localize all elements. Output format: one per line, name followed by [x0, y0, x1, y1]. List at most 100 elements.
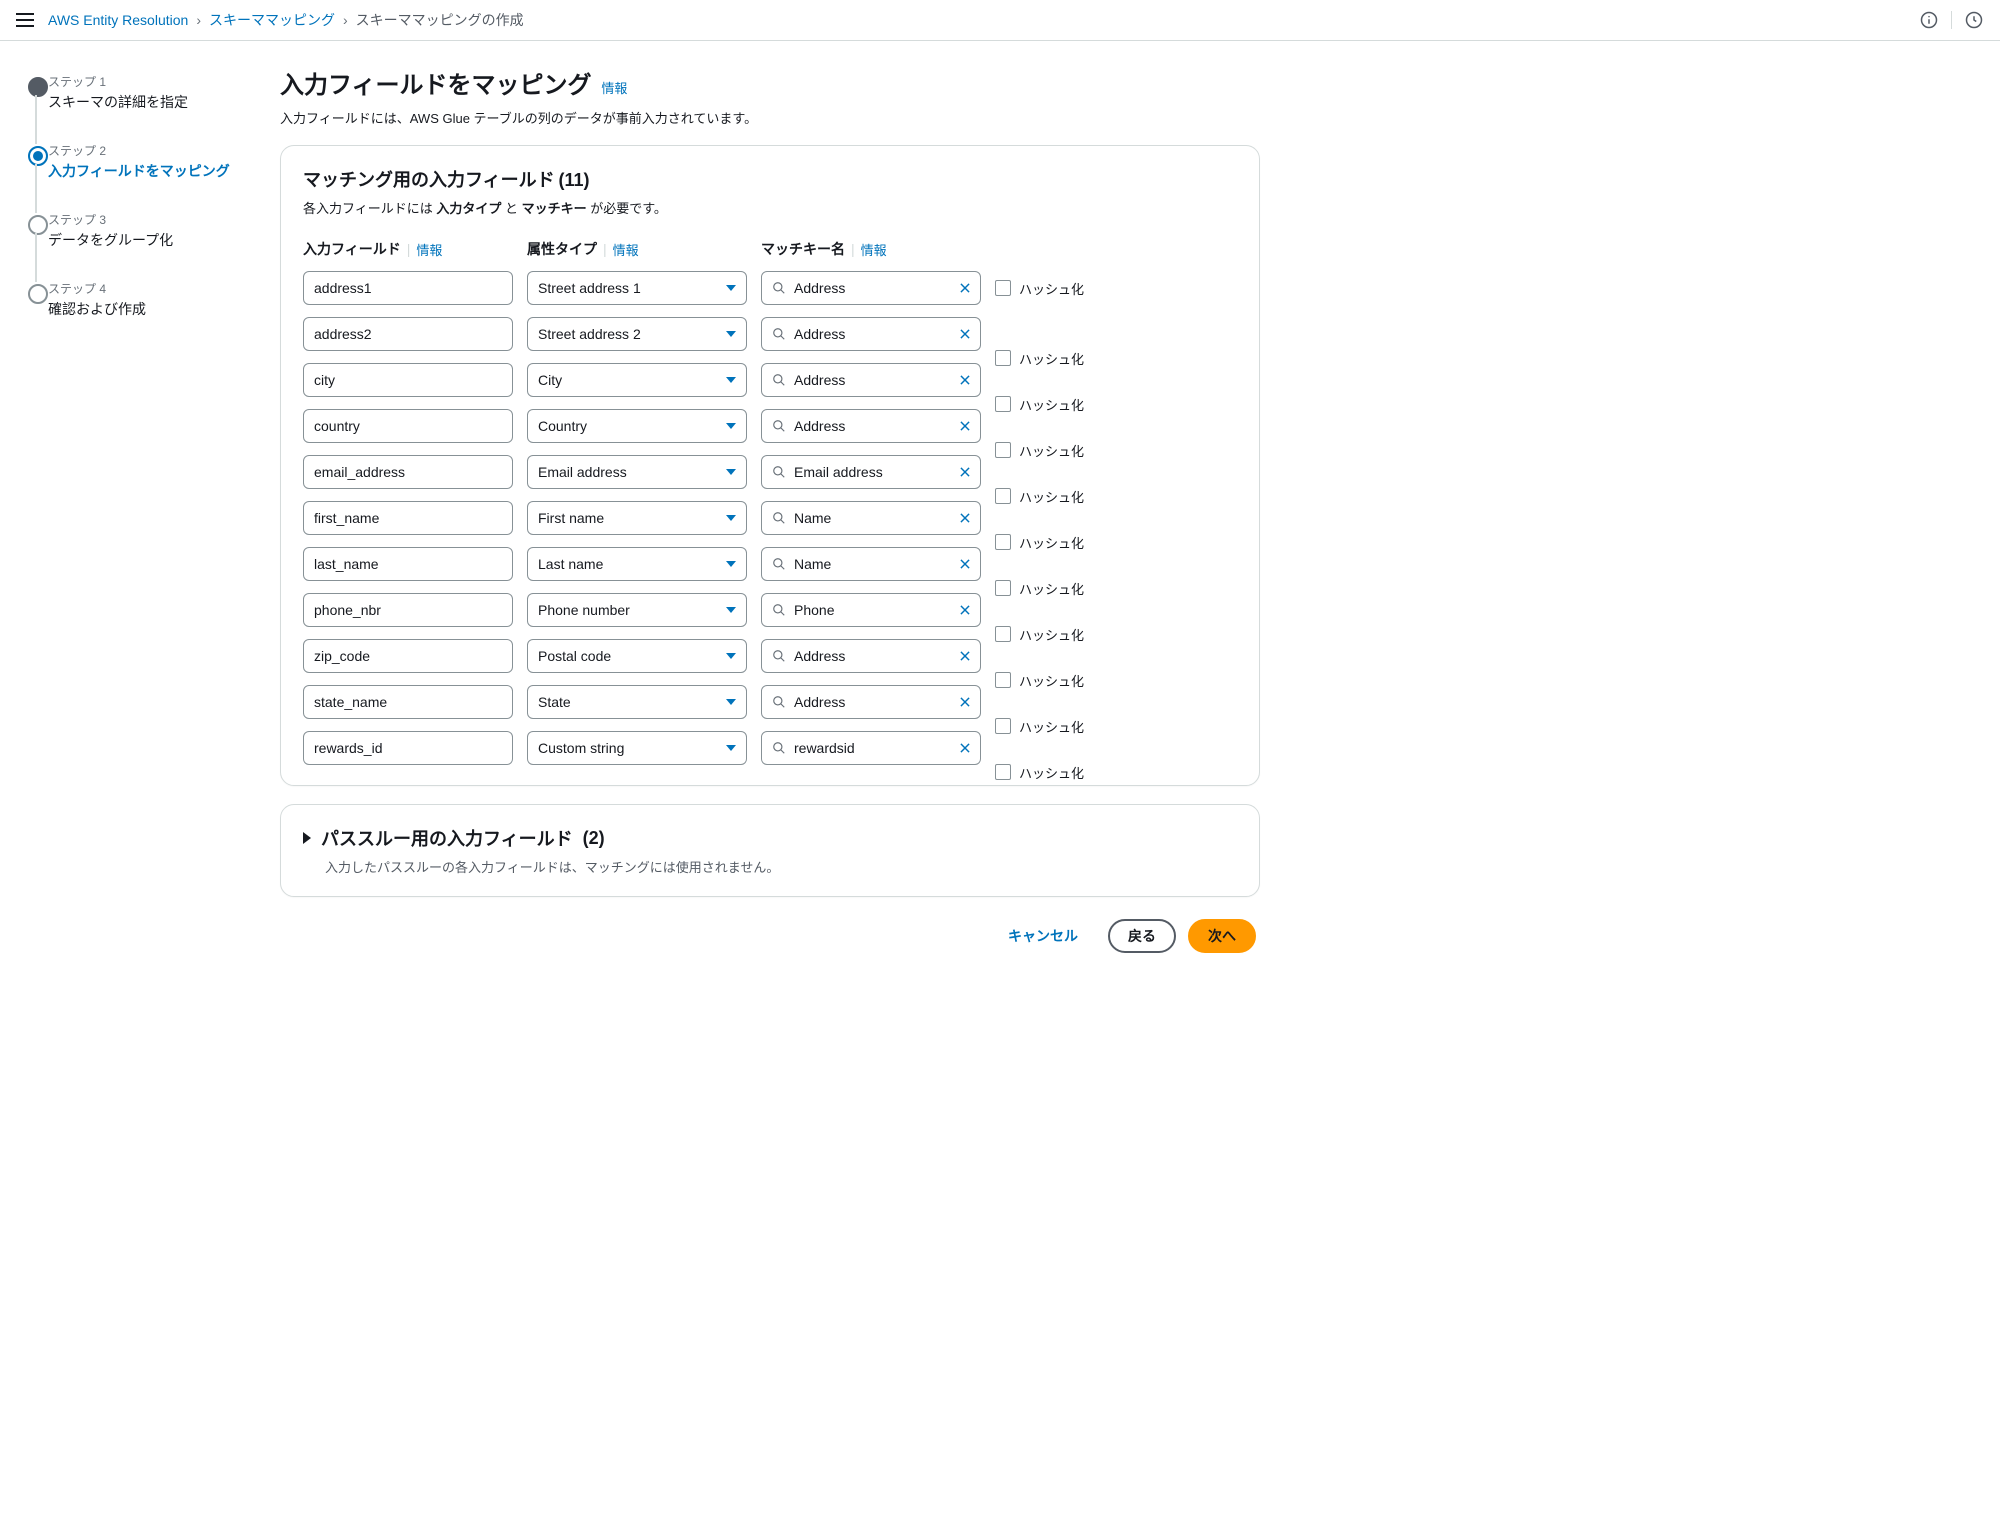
col-label: マッチキー名	[761, 239, 845, 259]
col-info-link[interactable]: 情報	[861, 240, 887, 259]
attribute-type-select[interactable]: Custom string	[527, 731, 747, 765]
col-info-link[interactable]: 情報	[416, 240, 442, 259]
clear-icon[interactable]	[958, 281, 972, 295]
attribute-type-select[interactable]: Phone number	[527, 593, 747, 627]
attribute-type-select[interactable]: Street address 1	[527, 271, 747, 305]
clear-icon[interactable]	[958, 327, 972, 341]
combo-value: Address	[794, 326, 845, 342]
input-field-name[interactable]: email_address	[303, 455, 513, 489]
passthrough-expand-toggle[interactable]: パススルー用の入力フィールド (2)	[303, 825, 1237, 851]
text: 各入力フィールドには	[303, 201, 436, 216]
col-label: 属性タイプ	[527, 239, 597, 259]
page-title: 入力フィールドをマッピング	[280, 72, 592, 99]
input-field-name[interactable]: zip_code	[303, 639, 513, 673]
clear-icon[interactable]	[958, 465, 972, 479]
clear-icon[interactable]	[958, 373, 972, 387]
search-icon	[772, 465, 786, 479]
back-button[interactable]: 戻る	[1108, 919, 1176, 953]
attribute-type-select[interactable]: Last name	[527, 547, 747, 581]
info-icon[interactable]	[1919, 10, 1939, 30]
clear-icon[interactable]	[958, 741, 972, 755]
match-key-combo[interactable]: Address	[761, 317, 981, 351]
wizard-step-4[interactable]: ステップ 4確認および作成	[20, 280, 240, 319]
hash-label: ハッシュ化	[1019, 279, 1084, 298]
attribute-type-select[interactable]: City	[527, 363, 747, 397]
cancel-button[interactable]: キャンセル	[990, 919, 1096, 953]
matching-panel-count: (11)	[559, 170, 590, 190]
match-key-combo[interactable]: rewardsid	[761, 731, 981, 765]
col-info-link[interactable]: 情報	[613, 240, 639, 259]
combo-value: Name	[794, 510, 831, 526]
input-field-name[interactable]: address2	[303, 317, 513, 351]
passthrough-count: (2)	[583, 828, 605, 849]
clear-icon[interactable]	[958, 603, 972, 617]
input-field-name[interactable]: state_name	[303, 685, 513, 719]
match-key-combo[interactable]: Email address	[761, 455, 981, 489]
field-row: countryCountryAddressハッシュ化	[303, 409, 1237, 443]
input-field-name[interactable]: city	[303, 363, 513, 397]
clear-icon[interactable]	[958, 557, 972, 571]
match-key-combo[interactable]: Address	[761, 409, 981, 443]
combo-value: Address	[794, 694, 845, 710]
clear-icon[interactable]	[958, 695, 972, 709]
select-value: Country	[538, 418, 587, 434]
col-attribute-type: 属性タイプ | 情報	[527, 239, 747, 259]
wizard-footer: キャンセル 戻る 次へ	[280, 919, 1260, 953]
clear-icon[interactable]	[958, 419, 972, 433]
input-field-name[interactable]: address1	[303, 271, 513, 305]
caret-down-icon	[726, 469, 736, 475]
input-field-name[interactable]: rewards_id	[303, 731, 513, 765]
select-value: State	[538, 694, 571, 710]
breadcrumb-level1[interactable]: スキーママッピング	[209, 10, 335, 30]
clock-icon[interactable]	[1964, 10, 1984, 30]
match-key-combo[interactable]: Address	[761, 685, 981, 719]
field-row: email_addressEmail addressEmail addressハ…	[303, 455, 1237, 489]
input-field-name[interactable]: phone_nbr	[303, 593, 513, 627]
attribute-type-select[interactable]: Country	[527, 409, 747, 443]
match-key-combo[interactable]: Name	[761, 547, 981, 581]
field-rows: address1 Street address 1 Address ハッシュ化 addr…	[303, 271, 1237, 765]
input-field-name[interactable]: first_name	[303, 501, 513, 535]
next-button[interactable]: 次へ	[1188, 919, 1256, 953]
input-field-name[interactable]: country	[303, 409, 513, 443]
combo-value: Address	[794, 648, 845, 664]
passthrough-desc: 入力したパススルーの各入力フィールドは、マッチングには使用されません。	[325, 857, 1237, 876]
field-row: state_nameStateAddressハッシュ化	[303, 685, 1237, 719]
breadcrumb-root[interactable]: AWS Entity Resolution	[48, 12, 188, 28]
field-row: cityCityAddressハッシュ化	[303, 363, 1237, 397]
input-field-name[interactable]: last_name	[303, 547, 513, 581]
attribute-type-select[interactable]: Street address 2	[527, 317, 747, 351]
search-icon	[772, 649, 786, 663]
select-value: City	[538, 372, 562, 388]
select-value: Street address 2	[538, 326, 641, 342]
match-key-combo[interactable]: Address	[761, 363, 981, 397]
match-key-combo[interactable]: Address	[761, 639, 981, 673]
clear-icon[interactable]	[958, 649, 972, 663]
match-key-combo[interactable]: Address	[761, 271, 981, 305]
caret-down-icon	[726, 515, 736, 521]
combo-value: Email address	[794, 464, 883, 480]
attribute-type-select[interactable]: Email address	[527, 455, 747, 489]
matching-fields-panel: マッチング用の入力フィールド (11) 各入力フィールドには 入力タイプ と マ…	[280, 145, 1260, 786]
chevron-right-icon: ›	[343, 12, 348, 28]
step-title: 入力フィールドをマッピング	[48, 161, 240, 181]
hash-checkbox[interactable]	[995, 764, 1011, 780]
hash-label: ハッシュ化	[1019, 763, 1084, 782]
attribute-type-select[interactable]: Postal code	[527, 639, 747, 673]
attribute-type-select[interactable]: First name	[527, 501, 747, 535]
caret-down-icon	[726, 607, 736, 613]
page-title-info-link[interactable]: 情報	[601, 81, 627, 96]
divider	[1951, 11, 1952, 29]
menu-icon[interactable]	[16, 13, 34, 27]
clear-icon[interactable]	[958, 511, 972, 525]
wizard-step-3[interactable]: ステップ 3データをグループ化	[20, 211, 240, 280]
passthrough-title: パススルー用の入力フィールド	[321, 825, 573, 851]
match-key-combo[interactable]: Name	[761, 501, 981, 535]
wizard-step-1[interactable]: ステップ 1スキーマの詳細を指定	[20, 73, 240, 142]
field-row: rewards_idCustom stringrewardsidハッシュ化	[303, 731, 1237, 765]
match-key-combo[interactable]: Phone	[761, 593, 981, 627]
attribute-type-select[interactable]: State	[527, 685, 747, 719]
wizard-step-2[interactable]: ステップ 2入力フィールドをマッピング	[20, 142, 240, 211]
select-value: Postal code	[538, 648, 611, 664]
hash-checkbox[interactable]	[995, 280, 1011, 296]
